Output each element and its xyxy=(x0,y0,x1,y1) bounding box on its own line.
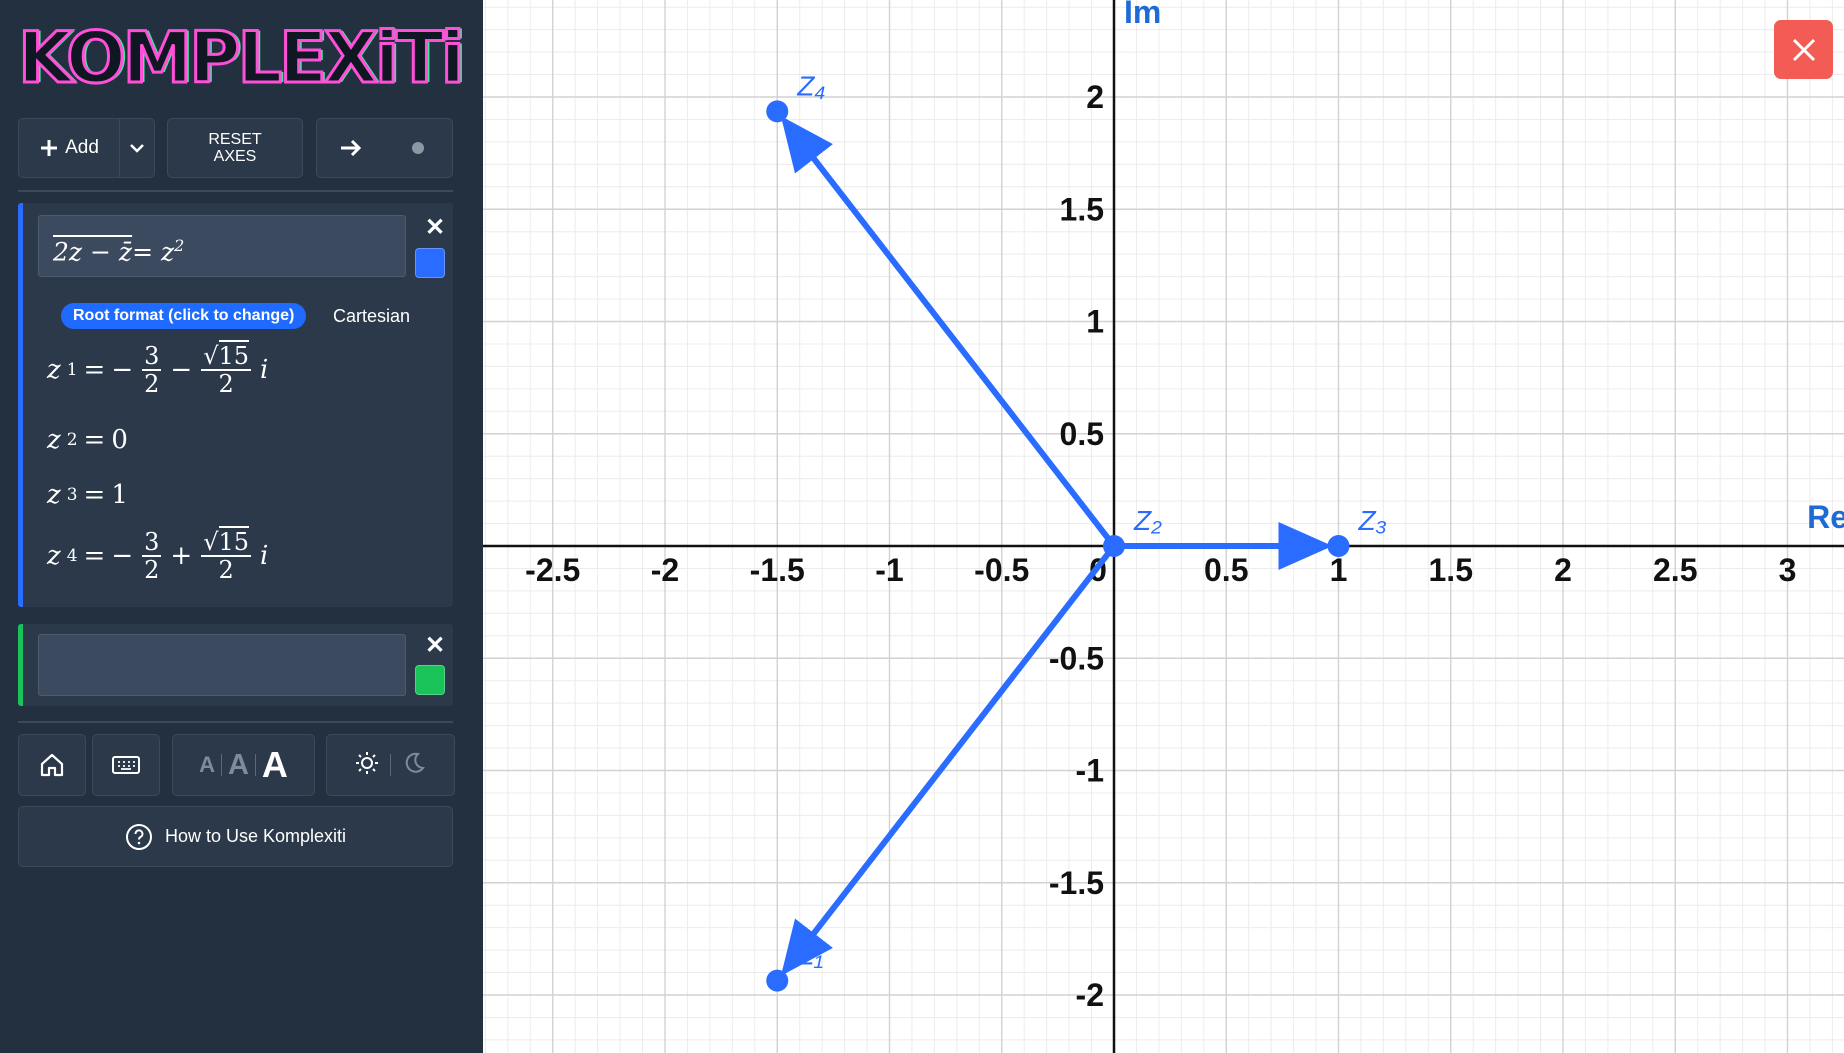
vector-arrow xyxy=(780,544,1117,976)
home-button[interactable] xyxy=(18,734,86,796)
x-tick-label: 0.5 xyxy=(1204,552,1248,588)
help-circle-icon xyxy=(125,823,152,850)
expression-card: 2z − z̄= z2 ✕ Root format (click to chan… xyxy=(18,203,453,607)
expression-color-swatch[interactable] xyxy=(415,665,445,695)
font-size-small-button[interactable]: A xyxy=(199,752,215,778)
root-z1: z1 = − 32 − √15 2 i xyxy=(47,340,269,398)
plus-icon xyxy=(41,140,58,156)
divider xyxy=(18,721,453,723)
root-format-value: Cartesian xyxy=(333,306,411,326)
how-to-use-button[interactable]: How to Use Komplexiti xyxy=(18,806,453,867)
imaginary-axis-label: Im xyxy=(1124,0,1161,30)
font-size-group: A A A xyxy=(172,734,315,796)
font-size-large-button[interactable]: A xyxy=(262,744,288,786)
sun-icon xyxy=(356,751,378,774)
theme-toggle-group xyxy=(326,734,455,796)
root-point-label: Z₄ xyxy=(796,70,825,101)
sqrt-fraction: √15 2 xyxy=(201,340,252,398)
add-dropdown-button[interactable] xyxy=(119,118,155,178)
remove-expression-button[interactable]: ✕ xyxy=(420,631,450,661)
y-tick-label: -2 xyxy=(1076,977,1104,1013)
real-axis-label: Re xyxy=(1807,499,1844,535)
x-tick-label: -1 xyxy=(875,552,903,588)
y-tick-label: 2 xyxy=(1086,79,1104,115)
root-format-button[interactable]: Root format (click to change) xyxy=(61,303,307,329)
close-button[interactable] xyxy=(1774,20,1833,79)
x-tick-label: 3 xyxy=(1779,552,1797,588)
root-point-label: Z₂ xyxy=(1133,505,1162,536)
root-point-label: Z₁ xyxy=(796,940,823,971)
x-tick-label: 1 xyxy=(1330,552,1348,588)
reset-axes-label-line2: AXES xyxy=(213,148,257,165)
expression-card: ✕ xyxy=(18,624,453,706)
dot-icon xyxy=(412,142,425,154)
light-theme-button[interactable] xyxy=(354,750,380,781)
add-button-label: Add xyxy=(65,137,99,158)
sqrt-fraction: √15 2 xyxy=(201,526,252,584)
moon-icon xyxy=(405,752,425,773)
x-tick-label: -2.5 xyxy=(525,552,580,588)
add-button[interactable]: Add xyxy=(18,118,120,178)
y-tick-label: -0.5 xyxy=(1049,640,1104,676)
x-tick-label: 2 xyxy=(1554,552,1572,588)
expression-input[interactable]: 2z − z̄= z2 xyxy=(38,215,406,277)
keyboard-icon xyxy=(112,756,140,774)
home-icon xyxy=(40,753,64,777)
fraction: 32 xyxy=(142,342,162,398)
root-point-label: Z₃ xyxy=(1358,505,1387,536)
reset-axes-button[interactable]: RESET AXES xyxy=(167,118,303,178)
grid-minor xyxy=(483,0,1844,1053)
x-tick-label: 1.5 xyxy=(1429,552,1473,588)
expression-color-swatch[interactable] xyxy=(415,248,445,278)
mode-toggle-group xyxy=(316,118,453,178)
remove-expression-button[interactable]: ✕ xyxy=(420,213,450,243)
app-logo: KOMPLEXiTi xyxy=(17,17,467,100)
sidebar: KOMPLEXiTi Add RESET AXES 2z − z̄= z2 ✕ … xyxy=(0,0,483,1053)
root-point xyxy=(766,100,789,123)
reset-axes-label-line1: RESET xyxy=(208,131,262,148)
complex-plane-graph[interactable]: ReIm -2.5-2-1.5-1-0.500.511.522.53-2-1.5… xyxy=(483,0,1844,1053)
root-z3: z3 = 1 xyxy=(47,480,128,510)
root-point xyxy=(1103,535,1125,557)
root-point xyxy=(1327,535,1350,557)
root-z4: z4 = − 32 + √15 2 i xyxy=(47,526,269,584)
arrow-mode-button[interactable] xyxy=(317,119,385,177)
x-tick-label: -1.5 xyxy=(750,552,805,588)
chevron-down-icon xyxy=(130,144,144,153)
point-mode-button[interactable] xyxy=(385,119,453,177)
y-tick-label: 0.5 xyxy=(1060,416,1104,452)
divider xyxy=(18,190,453,192)
vector-arrow xyxy=(780,116,1117,548)
how-to-use-label: How to Use Komplexiti xyxy=(164,826,347,846)
close-icon xyxy=(1792,38,1815,61)
expression-input[interactable] xyxy=(38,634,406,696)
root-z2: z2 = 0 xyxy=(47,425,128,455)
fraction: 32 xyxy=(142,528,162,584)
x-tick-label: -0.5 xyxy=(974,552,1029,588)
dark-theme-button[interactable] xyxy=(401,750,427,781)
y-tick-label: -1.5 xyxy=(1049,865,1104,901)
arrow-right-icon xyxy=(340,139,361,157)
y-tick-label: -1 xyxy=(1076,753,1104,789)
font-size-medium-button[interactable]: A xyxy=(228,749,249,782)
keyboard-button[interactable] xyxy=(92,734,160,796)
x-tick-label: -2 xyxy=(651,552,679,588)
y-tick-label: 1 xyxy=(1086,304,1104,340)
root-point xyxy=(766,969,789,992)
y-tick-label: 1.5 xyxy=(1060,191,1104,227)
x-tick-label: 2.5 xyxy=(1653,552,1697,588)
